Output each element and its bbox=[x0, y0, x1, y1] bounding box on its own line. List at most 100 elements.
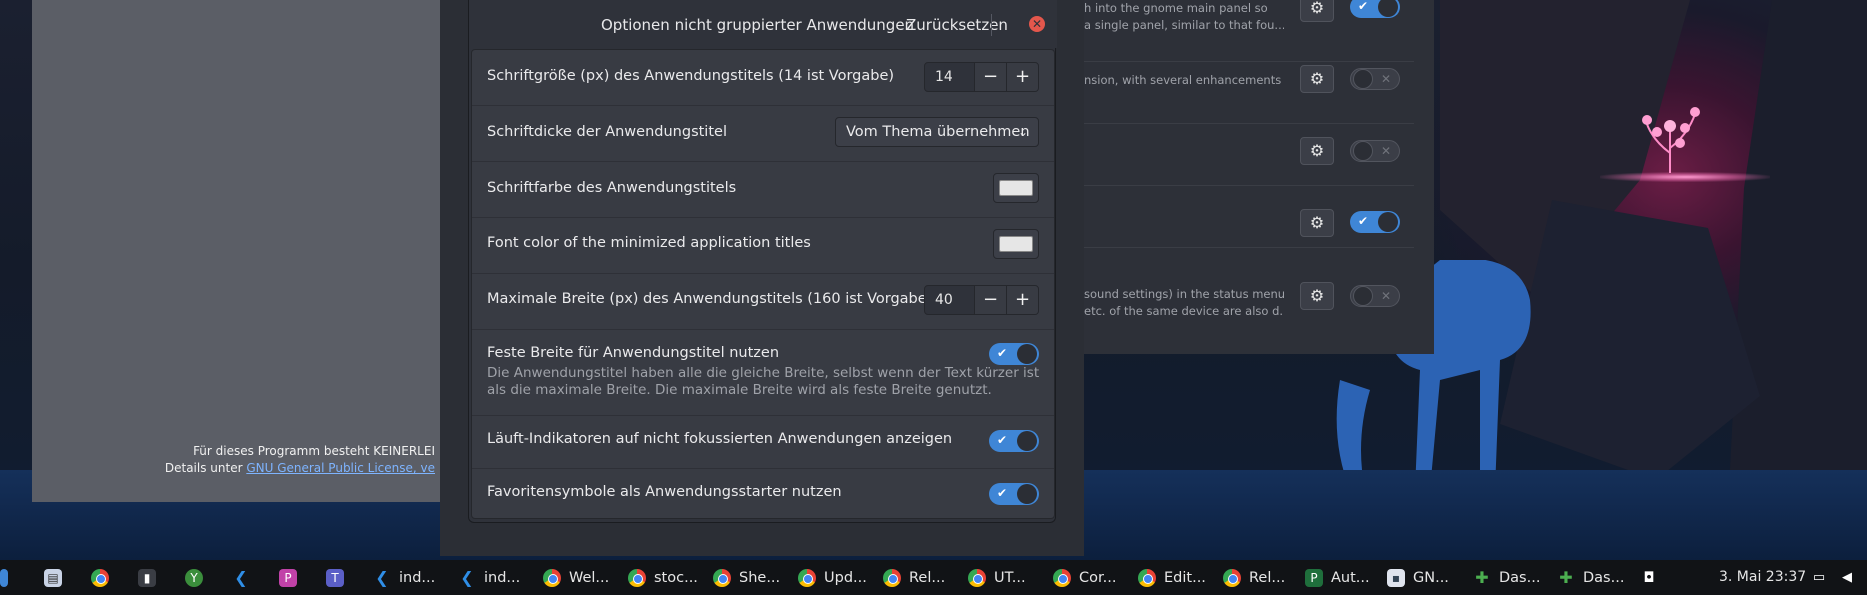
taskbar-item[interactable]: ❮ ind... bbox=[373, 560, 435, 595]
max-width-input[interactable] bbox=[925, 286, 974, 314]
font-weight-dropdown[interactable]: Vom Thema übernehmen ⌄ bbox=[835, 117, 1039, 147]
app-icon[interactable]: Y bbox=[185, 560, 203, 595]
extension-row: nsion, with several enhancements . ⚙ ✕ bbox=[1084, 62, 1414, 124]
fixed-width-toggle[interactable]: ✔ bbox=[989, 343, 1039, 365]
extension-toggle[interactable]: ✔ bbox=[1350, 0, 1400, 18]
running-indicator-row: Läuft-Indikatoren auf nicht fokussierten… bbox=[472, 416, 1054, 468]
extension-description: nsion, with several enhancements . bbox=[1084, 73, 1284, 87]
license-link[interactable]: GNU General Public License, ve bbox=[246, 461, 435, 475]
fixed-width-description: Die Anwendungstitel haben alle die gleic… bbox=[487, 365, 1040, 398]
dialog-header: Optionen nicht gruppierter Anwendungen Z… bbox=[469, 0, 1057, 48]
color-swatch bbox=[999, 236, 1033, 252]
font-color-button[interactable] bbox=[993, 173, 1039, 203]
settings-gear-icon[interactable]: ⚙ bbox=[1300, 282, 1334, 310]
favorites-launcher-row: Favoritensymbole als Anwendungsstarter n… bbox=[472, 469, 1054, 519]
extension-row: ⚙ ✔ bbox=[1084, 186, 1414, 248]
max-width-row: Maximale Breite (px) des Anwendungstitel… bbox=[472, 274, 1054, 329]
extension-description: sound settings) in the status menu etc. o… bbox=[1084, 287, 1284, 318]
minimized-color-row: Font color of the minimized application … bbox=[472, 218, 1054, 273]
taskbar-item[interactable]: stoc... bbox=[628, 560, 698, 595]
extension-toggle[interactable]: ✔ bbox=[1350, 211, 1400, 233]
close-icon[interactable]: ✕ bbox=[1029, 16, 1045, 32]
taskbar-item[interactable]: Upd... bbox=[798, 560, 867, 595]
chrome-icon bbox=[713, 568, 731, 587]
chrome-icon bbox=[543, 568, 561, 587]
taskbar-item[interactable]: ✚ Das... bbox=[1557, 560, 1624, 595]
font-size-input[interactable] bbox=[925, 63, 974, 91]
settings-gear-icon[interactable]: ⚙ bbox=[1300, 65, 1334, 93]
license-details: Details unter GNU General Public License… bbox=[165, 461, 435, 475]
license-text: Für dieses Programm besteht KEINERLEI bbox=[193, 444, 435, 458]
vscode-icon[interactable]: ❮ bbox=[232, 560, 250, 595]
decrease-button[interactable]: − bbox=[974, 63, 1006, 91]
teams-icon[interactable]: T bbox=[326, 560, 344, 595]
running-indicator-toggle[interactable]: ✔ bbox=[989, 430, 1039, 452]
font-color-label: Schriftfarbe des Anwendungstitels bbox=[487, 180, 737, 196]
header-separator bbox=[991, 14, 992, 36]
font-size-row: Schriftgröße (px) des Anwendungstitels (… bbox=[472, 50, 1054, 105]
extensions-window: h into the gnome main panel so a single p… bbox=[1084, 0, 1434, 354]
files-icon[interactable]: ▤ bbox=[44, 560, 62, 595]
taskbar-item[interactable]: P Aut... bbox=[1305, 560, 1370, 595]
max-width-label: Maximale Breite (px) des Anwendungstitel… bbox=[487, 291, 933, 307]
chrome-icon bbox=[883, 568, 901, 587]
extension-toggle[interactable]: ✕ bbox=[1350, 140, 1400, 162]
chrome-icon bbox=[1138, 568, 1156, 587]
speaker-icon[interactable]: ◀ bbox=[1838, 560, 1856, 595]
clock[interactable]: 3. Mai 23:37 bbox=[1719, 569, 1806, 585]
about-window: Für dieses Programm besteht KEINERLEI De… bbox=[32, 0, 442, 502]
camera-icon[interactable]: ◘ bbox=[1640, 560, 1658, 595]
chrome-icon bbox=[798, 568, 816, 587]
decrease-button[interactable]: − bbox=[974, 286, 1006, 314]
settings-gear-icon[interactable]: ⚙ bbox=[1300, 137, 1334, 165]
taskbar-item[interactable]: ❮ ind... bbox=[458, 560, 520, 595]
dialog-title: Optionen nicht gruppierter Anwendungen bbox=[601, 16, 915, 34]
glow bbox=[1600, 172, 1770, 182]
reset-button[interactable]: Zurücksetzen bbox=[906, 16, 1008, 34]
font-color-row: Schriftfarbe des Anwendungstitels bbox=[472, 162, 1054, 217]
vscode-icon: ❮ bbox=[460, 567, 474, 587]
taskbar-item[interactable]: Edit... bbox=[1138, 560, 1206, 595]
license-prefix: Details unter bbox=[164, 461, 247, 475]
taskbar-item[interactable]: Rel... bbox=[1223, 560, 1285, 595]
taskbar-item[interactable]: ▪ GN... bbox=[1387, 560, 1449, 595]
minimized-color-label: Font color of the minimized application … bbox=[487, 235, 811, 251]
settings-gear-icon[interactable]: ⚙ bbox=[1300, 0, 1334, 22]
increase-button[interactable]: + bbox=[1006, 286, 1038, 314]
pycharm-icon[interactable]: P bbox=[279, 560, 297, 595]
extension-row: ⚙ ✕ bbox=[1084, 124, 1414, 186]
taskbar: ▤ ▮ Y ❮ P T ❮ ind... ❮ ind... Wel... stoc.… bbox=[0, 560, 1867, 595]
font-weight-label: Schriftdicke der Anwendungstitel bbox=[487, 124, 727, 140]
about-content bbox=[32, 0, 442, 440]
chrome-icon bbox=[1053, 568, 1071, 587]
chrome-icon bbox=[628, 568, 646, 587]
minimized-color-button[interactable] bbox=[993, 229, 1039, 259]
taskbar-item[interactable]: She... bbox=[713, 560, 780, 595]
font-size-label: Schriftgröße (px) des Anwendungstitels (… bbox=[487, 68, 895, 84]
taskbar-item[interactable]: Cor... bbox=[1053, 560, 1116, 595]
fixed-width-label: Feste Breite für Anwendungstitel nutzen bbox=[487, 345, 780, 361]
taskbar-item[interactable]: Rel... bbox=[883, 560, 945, 595]
extension-row: h into the gnome main panel so a single p… bbox=[1084, 0, 1414, 62]
pycharm-icon: P bbox=[1305, 568, 1323, 587]
terminal-icon[interactable]: ▮ bbox=[138, 560, 156, 595]
extension-row: sound settings) in the status menu etc. o… bbox=[1084, 262, 1414, 324]
extension-toggle[interactable]: ✕ bbox=[1350, 285, 1400, 307]
font-size-spinner: − + bbox=[924, 62, 1039, 92]
chrome-icon bbox=[968, 568, 986, 587]
increase-button[interactable]: + bbox=[1006, 63, 1038, 91]
font-weight-value: Vom Thema übernehmen bbox=[846, 124, 1030, 140]
notifications-icon[interactable]: ▭ bbox=[1810, 560, 1828, 595]
options-dialog: Optionen nicht gruppierter Anwendungen Z… bbox=[468, 0, 1057, 523]
taskbar-item[interactable]: Wel... bbox=[543, 560, 609, 595]
favorites-launcher-toggle[interactable]: ✔ bbox=[989, 483, 1039, 505]
extension-toggle[interactable]: ✕ bbox=[1350, 68, 1400, 90]
apps-menu-icon[interactable] bbox=[0, 560, 8, 595]
favorites-launcher-label: Favoritensymbole als Anwendungsstarter n… bbox=[487, 484, 842, 500]
taskbar-item[interactable]: UT... bbox=[968, 560, 1026, 595]
chrome-icon[interactable] bbox=[91, 560, 109, 595]
fixed-width-row: Feste Breite für Anwendungstitel nutzen … bbox=[472, 330, 1054, 415]
chevron-down-icon: ⌄ bbox=[1017, 125, 1028, 139]
taskbar-item[interactable]: ✚ Das... bbox=[1473, 560, 1540, 595]
settings-gear-icon[interactable]: ⚙ bbox=[1300, 209, 1334, 237]
